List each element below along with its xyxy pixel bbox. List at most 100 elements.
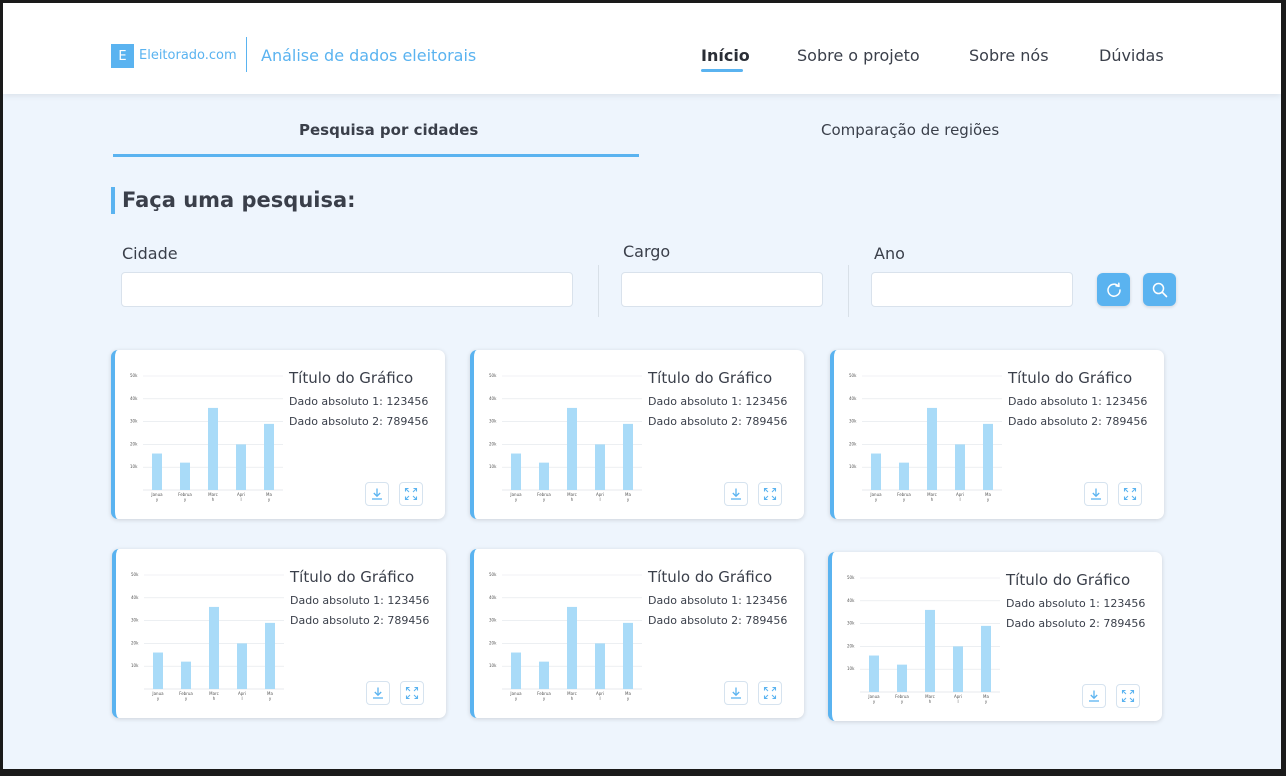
card-title: Título do Gráfico	[1006, 571, 1131, 589]
chart-bar	[237, 643, 247, 689]
x-tick-label: h	[931, 497, 934, 502]
x-tick-label: h	[213, 696, 216, 701]
chart-bar	[925, 609, 935, 692]
x-tick-label: l	[241, 696, 242, 701]
expand-button[interactable]	[400, 681, 424, 705]
download-button[interactable]	[724, 681, 748, 705]
search-section-title: Faça uma pesquisa:	[122, 188, 356, 212]
chart-bar	[209, 606, 219, 689]
x-tick-label: y	[156, 497, 159, 502]
expand-button[interactable]	[399, 482, 423, 506]
chart-bar	[511, 652, 521, 689]
chart-bar	[595, 643, 605, 689]
chart-bar	[567, 407, 577, 490]
card-stat-2: Dado absoluto 2: 789456	[1008, 415, 1148, 428]
refresh-button[interactable]	[1097, 273, 1130, 306]
field-divider	[848, 265, 849, 317]
x-tick-label: h	[212, 497, 215, 502]
expand-button[interactable]	[758, 482, 782, 506]
app-frame: E Eleitorado.com Análise de dados eleito…	[3, 3, 1281, 769]
chart-card: 10k 20k 30k 40k 50k Janua y Februa y Marc h Apri l Ma…	[830, 350, 1164, 519]
y-tick-label: 30k	[847, 621, 855, 626]
chart-bar	[595, 444, 605, 490]
card-title: Título do Gráfico	[290, 568, 415, 586]
chart-card: 10k 20k 30k 40k 50k Janua y Februa y Marc h Apri l Ma…	[111, 350, 445, 519]
logo-icon[interactable]: E	[111, 44, 134, 68]
x-tick-label: y	[515, 696, 518, 701]
x-tick-label: h	[571, 497, 574, 502]
chart-bar	[236, 444, 246, 490]
ano-input[interactable]	[871, 272, 1073, 307]
cargo-input[interactable]	[621, 272, 823, 307]
y-tick-label: 30k	[131, 618, 139, 623]
expand-button[interactable]	[1116, 684, 1140, 708]
chart-bar	[539, 661, 549, 689]
chart-bar	[539, 462, 549, 490]
chart-card: 10k 20k 30k 40k 50k Janua y Februa y Marc h Apri l Ma…	[470, 350, 804, 519]
card-stat-2: Dado absoluto 2: 789456	[648, 614, 788, 627]
expand-button[interactable]	[1118, 482, 1142, 506]
chart-bar	[181, 661, 191, 689]
chart-bar	[153, 652, 163, 689]
card-stat-2: Dado absoluto 2: 789456	[1006, 617, 1146, 630]
y-tick-label: 30k	[489, 419, 497, 424]
top-header: E Eleitorado.com Análise de dados eleito…	[3, 3, 1281, 94]
y-tick-label: 10k	[489, 663, 497, 668]
bar-chart: 10k20k30k40k50kJanuayFebruayMarchAprilMa…	[847, 575, 1000, 704]
y-tick-label: 40k	[131, 595, 139, 600]
field-divider	[598, 265, 599, 317]
tab-comparacao-regioes[interactable]: Comparação de regiões	[821, 121, 999, 139]
card-stat-1: Dado absoluto 1: 123456	[648, 594, 788, 607]
expand-icon	[763, 686, 777, 700]
x-tick-label: l	[599, 696, 600, 701]
chart-bar	[869, 655, 879, 692]
y-tick-label: 40k	[130, 396, 138, 401]
nav-duvidas[interactable]: Dúvidas	[1099, 46, 1164, 65]
nav-sobre-nos[interactable]: Sobre nós	[969, 46, 1049, 65]
y-tick-label: 10k	[131, 663, 139, 668]
y-tick-label: 30k	[489, 618, 497, 623]
x-tick-label: h	[929, 699, 932, 704]
download-button[interactable]	[1082, 684, 1106, 708]
x-tick-label: y	[185, 696, 188, 701]
y-tick-label: 10k	[489, 464, 497, 469]
tab-pesquisa-cidades[interactable]: Pesquisa por cidades	[299, 121, 478, 139]
logo-text[interactable]: Eleitorado.com	[139, 48, 237, 63]
download-icon	[373, 687, 383, 699]
nav-inicio[interactable]: Início	[701, 46, 750, 65]
download-button[interactable]	[724, 482, 748, 506]
search-button[interactable]	[1143, 273, 1176, 306]
nav-sobre-projeto[interactable]: Sobre o projeto	[797, 46, 920, 65]
download-button[interactable]	[365, 482, 389, 506]
chart-bar	[953, 646, 963, 692]
expand-button[interactable]	[758, 681, 782, 705]
chart-bar	[152, 453, 162, 490]
x-tick-label: y	[269, 696, 272, 701]
x-tick-label: y	[875, 497, 878, 502]
chart-bar	[265, 622, 275, 689]
y-tick-label: 20k	[130, 441, 138, 446]
download-button[interactable]	[366, 681, 390, 705]
x-tick-label: h	[571, 696, 574, 701]
card-stat-2: Dado absoluto 2: 789456	[648, 415, 788, 428]
download-button[interactable]	[1084, 482, 1108, 506]
logo-divider	[246, 37, 247, 72]
cidade-input[interactable]	[121, 272, 573, 307]
card-stat-1: Dado absoluto 1: 123456	[648, 395, 788, 408]
x-tick-label: l	[959, 497, 960, 502]
x-tick-label: y	[543, 497, 546, 502]
expand-icon	[1123, 487, 1137, 501]
download-icon	[1091, 488, 1101, 500]
card-stat-2: Dado absoluto 2: 789456	[290, 614, 430, 627]
bar-chart: 10k20k30k40k50kJanuayFebruayMarchAprilMa…	[489, 572, 642, 701]
expand-icon	[405, 686, 419, 700]
chart-card: 10k 20k 30k 40k 50k Janua y Februa y Marc h Apri l Ma…	[828, 552, 1162, 721]
x-tick-label: y	[268, 497, 271, 502]
chart-bar	[567, 606, 577, 689]
card-stat-1: Dado absoluto 1: 123456	[1008, 395, 1148, 408]
chart-bar	[623, 622, 633, 689]
y-tick-label: 30k	[849, 419, 857, 424]
y-tick-label: 40k	[847, 598, 855, 603]
section-accent-bar	[111, 187, 115, 214]
nav-active-indicator	[701, 69, 743, 72]
